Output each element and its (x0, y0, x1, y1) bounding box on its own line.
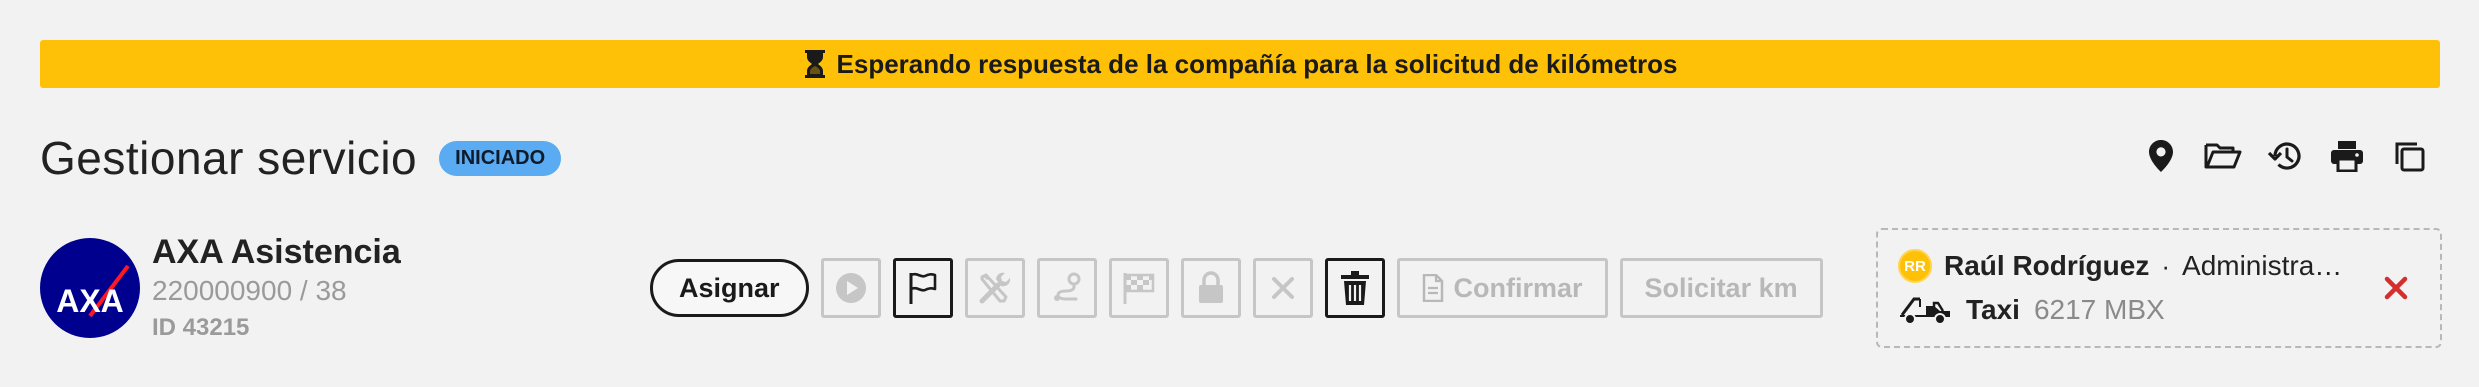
avatar: RR (1898, 249, 1932, 283)
confirm-label: Confirmar (1453, 272, 1583, 303)
company-text: AXA Asistencia 220000900 / 38 ID 43215 (152, 232, 401, 346)
status-badge: INICIADO (439, 140, 562, 176)
start-button[interactable] (820, 258, 881, 318)
lock-button[interactable] (1180, 258, 1241, 318)
lock-icon (1198, 271, 1223, 303)
tools-icon (979, 272, 1010, 304)
print-icon[interactable] (2327, 136, 2367, 176)
hourglass-icon (804, 50, 825, 78)
status-banner: Esperando respuesta de la compañía para … (40, 40, 2440, 88)
assignee-user-row: RR Raúl Rodríguez · Administrador (1898, 244, 2420, 288)
route-icon (1053, 272, 1081, 301)
assignee-role: Administrador (2182, 250, 2353, 281)
company-name: AXA Asistencia (152, 233, 401, 271)
play-icon (835, 273, 866, 303)
flag-icon (909, 272, 936, 304)
confirm-button[interactable]: Confirmar (1396, 258, 1608, 318)
tow-truck-icon (1900, 297, 1950, 325)
assignee-vehicle-row: Taxi 6217 MBX (1898, 288, 2420, 332)
action-bar: Asignar Confirmar Solicitar km (650, 258, 1835, 318)
request-km-label: Solicitar km (1644, 272, 1798, 303)
assign-button[interactable]: Asignar (650, 259, 809, 317)
assignee-name: Raúl Rodríguez (1944, 250, 2150, 281)
history-icon[interactable] (2265, 136, 2305, 176)
cancel-button[interactable] (1252, 258, 1313, 318)
svg-text:AXA: AXA (56, 283, 124, 319)
checkered-flag-icon (1123, 273, 1154, 304)
document-icon (1422, 274, 1443, 302)
cancel-icon (1271, 277, 1294, 299)
banner-text: Esperando respuesta de la compañía para … (836, 48, 1678, 79)
delete-button[interactable] (1324, 258, 1385, 318)
folder-open-icon[interactable] (2203, 136, 2243, 176)
title-row: Gestionar servicio INICIADO (40, 130, 562, 186)
service-reference: 220000900 / 38 (152, 275, 347, 306)
vehicle-type: Taxi (1966, 294, 2020, 325)
location-pin-icon[interactable] (2141, 136, 2181, 176)
page-title: Gestionar servicio (40, 132, 418, 184)
request-km-button[interactable]: Solicitar km (1619, 258, 1823, 318)
service-id: ID 43215 (152, 314, 250, 341)
close-icon (2384, 276, 2408, 300)
assignee-card: RR Raúl Rodríguez · Administrador Taxi 6… (1876, 228, 2442, 348)
copy-icon[interactable] (2389, 136, 2429, 176)
header-toolbar (2141, 136, 2429, 176)
company-info: AXA AXA Asistencia 220000900 / 38 ID 432… (40, 232, 401, 346)
separator: · (2161, 250, 2171, 281)
finish-button[interactable] (1108, 258, 1169, 318)
remove-assignee-button[interactable] (2378, 270, 2414, 306)
trash-icon (1340, 271, 1369, 305)
tools-button[interactable] (964, 258, 1025, 318)
axa-logo: AXA (40, 238, 140, 338)
vehicle-plate: 6217 MBX (2033, 294, 2165, 325)
flag-button[interactable] (892, 258, 953, 318)
route-button[interactable] (1036, 258, 1097, 318)
